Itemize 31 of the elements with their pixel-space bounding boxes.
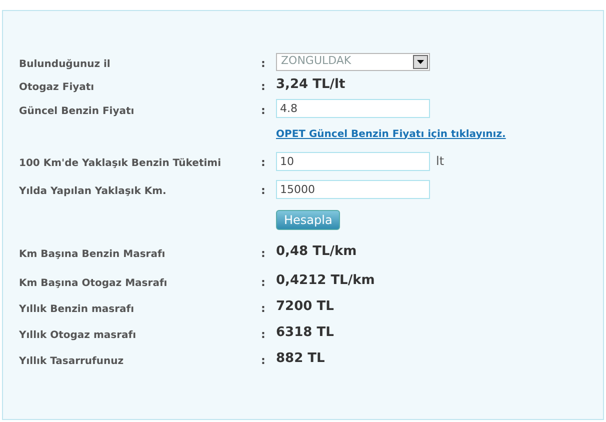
field-label: Km Başına Otogaz Masrafı: [19, 278, 168, 288]
value-text: 7200 TL: [276, 298, 334, 316]
field-label: Otogaz Fiyatı: [19, 82, 94, 92]
field-label: Yıllık Benzin masrafı: [19, 304, 134, 315]
field-label: Yıllık Tasarrufunuz: [19, 356, 124, 367]
field-label: Bulunduğunuz il: [19, 58, 110, 70]
input-field[interactable]: 4.8: [276, 99, 430, 118]
colon-text: :: [261, 156, 266, 169]
colon-text: :: [261, 276, 266, 288]
colon-text: :: [261, 56, 266, 70]
colon-text: :: [261, 104, 266, 116]
field-label: Km Başına Benzin Masrafı: [19, 249, 166, 260]
field-label: Yılda Yapılan Yaklaşık Km.: [19, 186, 166, 197]
value-text: 3,24 TL/lt: [276, 76, 346, 94]
field-label: Güncel Benzin Fiyatı: [19, 106, 134, 116]
value-text: 0,4212 TL/km: [276, 272, 375, 290]
colon-text: :: [261, 80, 266, 92]
field-label: Yıllık Otogaz masrafı: [19, 330, 136, 341]
input-field[interactable]: 10: [276, 152, 430, 170]
colon-text: :: [261, 328, 266, 341]
colon-text: :: [261, 302, 266, 315]
price-link[interactable]: OPET Güncel Benzin Fiyatı için tıklayınız.: [276, 126, 506, 142]
value-text: 882 TL: [276, 350, 325, 368]
colon-text: :: [261, 247, 266, 260]
input-field[interactable]: 15000: [276, 180, 430, 198]
field-label: 100 Km'de Yaklaşık Benzin Tüketimi: [19, 158, 221, 169]
colon-text: :: [261, 184, 266, 197]
value-text: 6318 TL: [276, 324, 334, 342]
unit-text: lt: [436, 153, 444, 170]
colon-text: :: [261, 354, 266, 367]
value-text: 0,48 TL/km: [276, 243, 357, 262]
